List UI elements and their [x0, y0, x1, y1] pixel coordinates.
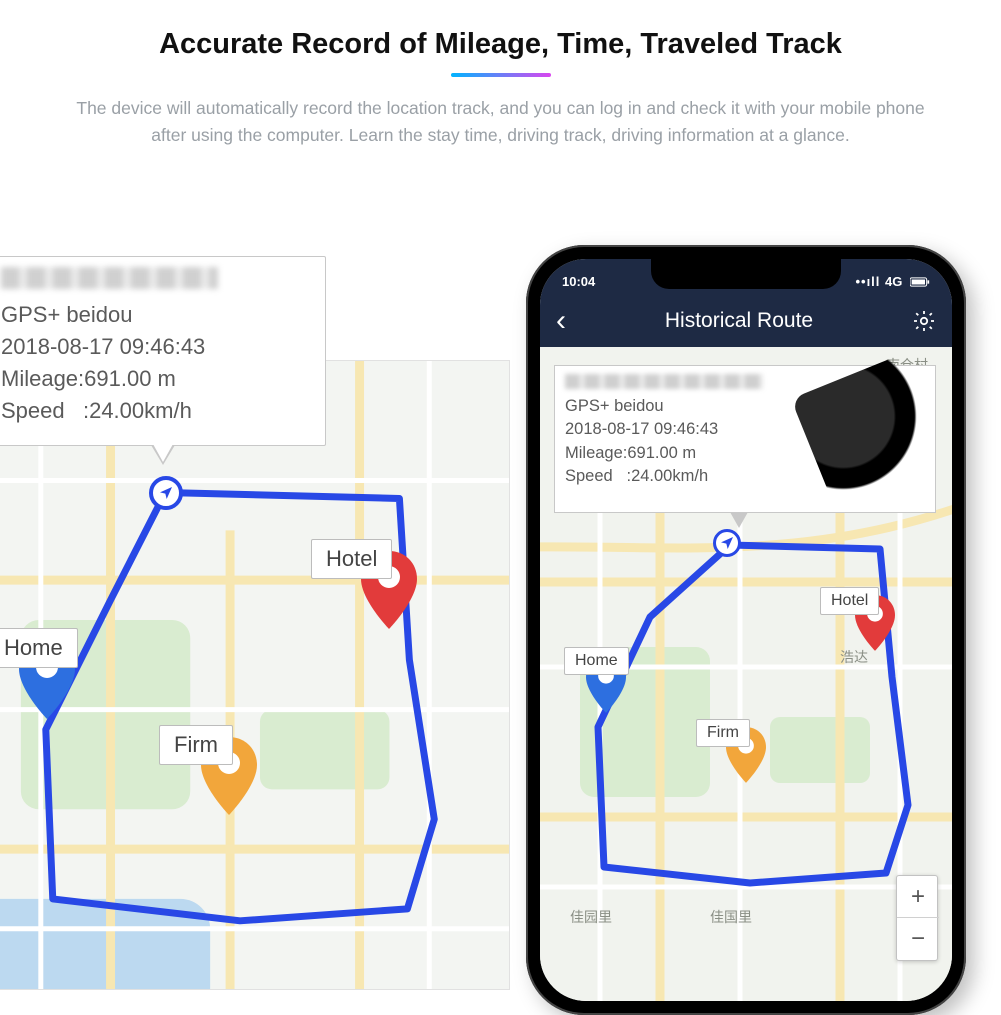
phone-screen: 10:04 ••ıll 4G ‹ Historical Route	[540, 259, 952, 1001]
zoom-control: + −	[896, 875, 938, 961]
phone-map[interactable]: 南仓村 浩达 浩达 佳园里 佳国里 GPS+ beidou 2018-08-17…	[540, 347, 952, 1001]
phone-notch	[651, 259, 841, 289]
pin-home-label: Home	[564, 647, 629, 675]
callout-tail	[730, 512, 748, 528]
phone-frame: 10:04 ••ıll 4G ‹ Historical Route	[526, 245, 966, 1015]
zoom-out-button[interactable]: −	[897, 918, 939, 960]
map-svg	[0, 361, 509, 989]
status-time: 10:04	[562, 274, 595, 289]
blurred-address	[1, 267, 218, 289]
info-speed: Speed :24.00km/h	[1, 395, 311, 427]
navigation-arrow-icon	[149, 476, 183, 510]
map-label: 佳园里	[570, 907, 612, 927]
background-map: GPS+ beidou 2018-08-17 09:46:43 Mileage:…	[0, 360, 510, 990]
pin-firm-label: Firm	[159, 725, 233, 765]
settings-icon[interactable]	[912, 309, 936, 333]
zoom-in-button[interactable]: +	[897, 876, 939, 918]
title-underline	[451, 73, 551, 77]
callout-tail	[151, 445, 175, 465]
page-description: The device will automatically record the…	[61, 95, 941, 149]
info-callout: GPS+ beidou 2018-08-17 09:46:43 Mileage:…	[0, 256, 326, 446]
pin-firm-label: Firm	[696, 719, 750, 747]
page-title: Accurate Record of Mileage, Time, Travel…	[0, 28, 1001, 61]
app-bar: ‹ Historical Route	[540, 295, 952, 347]
navigation-arrow-icon	[713, 529, 741, 557]
phone-info-callout: GPS+ beidou 2018-08-17 09:46:43 Mileage:…	[554, 365, 936, 513]
map-label: 佳国里	[710, 907, 752, 927]
info-mileage: Mileage:691.00 m	[1, 363, 311, 395]
back-button[interactable]: ‹	[556, 306, 566, 336]
blurred-address	[565, 374, 763, 389]
pin-hotel-label: Hotel	[311, 539, 392, 579]
pin-hotel-label: Hotel	[820, 587, 879, 615]
app-title: Historical Route	[665, 309, 813, 333]
status-network: ••ıll 4G	[855, 274, 930, 289]
pin-home-label: Home	[0, 628, 78, 668]
info-mode: GPS+ beidou	[1, 299, 311, 331]
info-timestamp: 2018-08-17 09:46:43	[1, 331, 311, 363]
